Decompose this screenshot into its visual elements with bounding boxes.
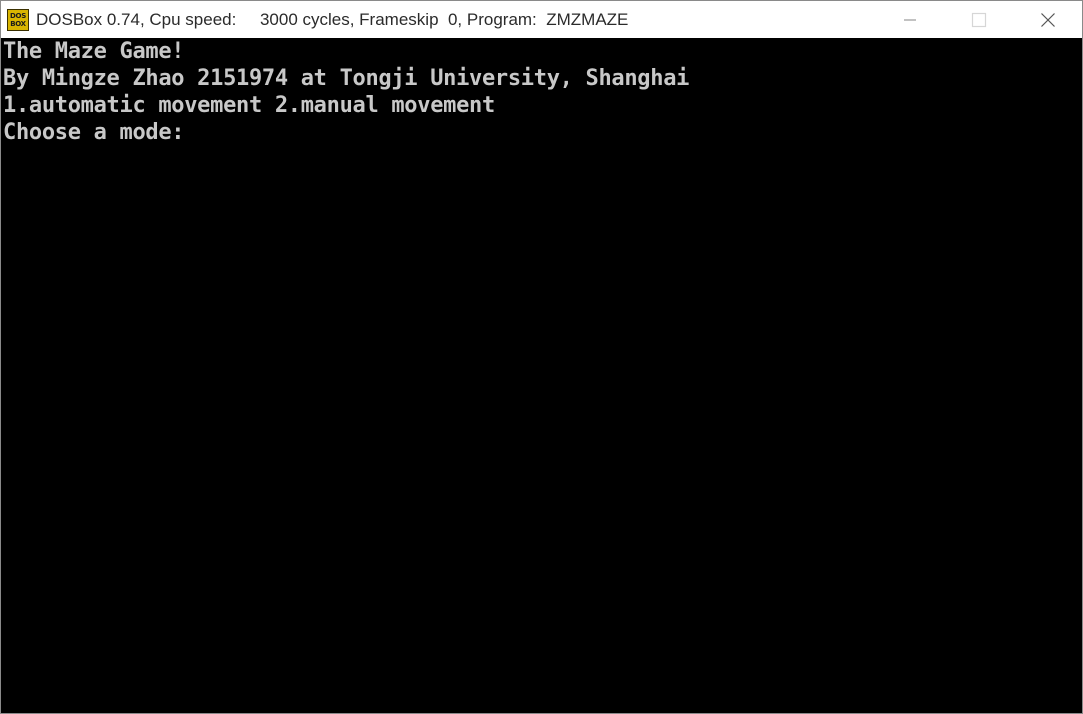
title-bar[interactable]: DOS BOX DOSBox 0.74, Cpu speed: 3000 cyc… bbox=[1, 1, 1082, 38]
author-line: By Mingze Zhao 2151974 at Tongji Univers… bbox=[3, 66, 690, 91]
minimize-icon bbox=[903, 18, 916, 21]
dosbox-app-icon[interactable]: DOS BOX bbox=[7, 8, 29, 31]
maximize-button[interactable] bbox=[944, 1, 1013, 38]
window-controls bbox=[875, 1, 1082, 38]
mode-options-line: 1.automatic movement 2.manual movement bbox=[3, 93, 495, 118]
minimize-button[interactable] bbox=[875, 1, 944, 38]
dosbox-window: DOS BOX DOSBox 0.74, Cpu speed: 3000 cyc… bbox=[0, 0, 1083, 714]
dos-screen[interactable]: The Maze Game! By Mingze Zhao 2151974 at… bbox=[1, 38, 1082, 713]
game-title-line: The Maze Game! bbox=[3, 39, 185, 64]
close-icon bbox=[1040, 12, 1055, 27]
app-icon-text-top: DOS bbox=[10, 11, 26, 20]
close-button[interactable] bbox=[1013, 1, 1082, 38]
maximize-icon bbox=[971, 12, 986, 27]
window-title: DOSBox 0.74, Cpu speed: 3000 cycles, Fra… bbox=[36, 9, 629, 29]
mode-prompt-line: Choose a mode: bbox=[3, 120, 185, 145]
app-icon-text-bottom: BOX bbox=[10, 19, 26, 28]
